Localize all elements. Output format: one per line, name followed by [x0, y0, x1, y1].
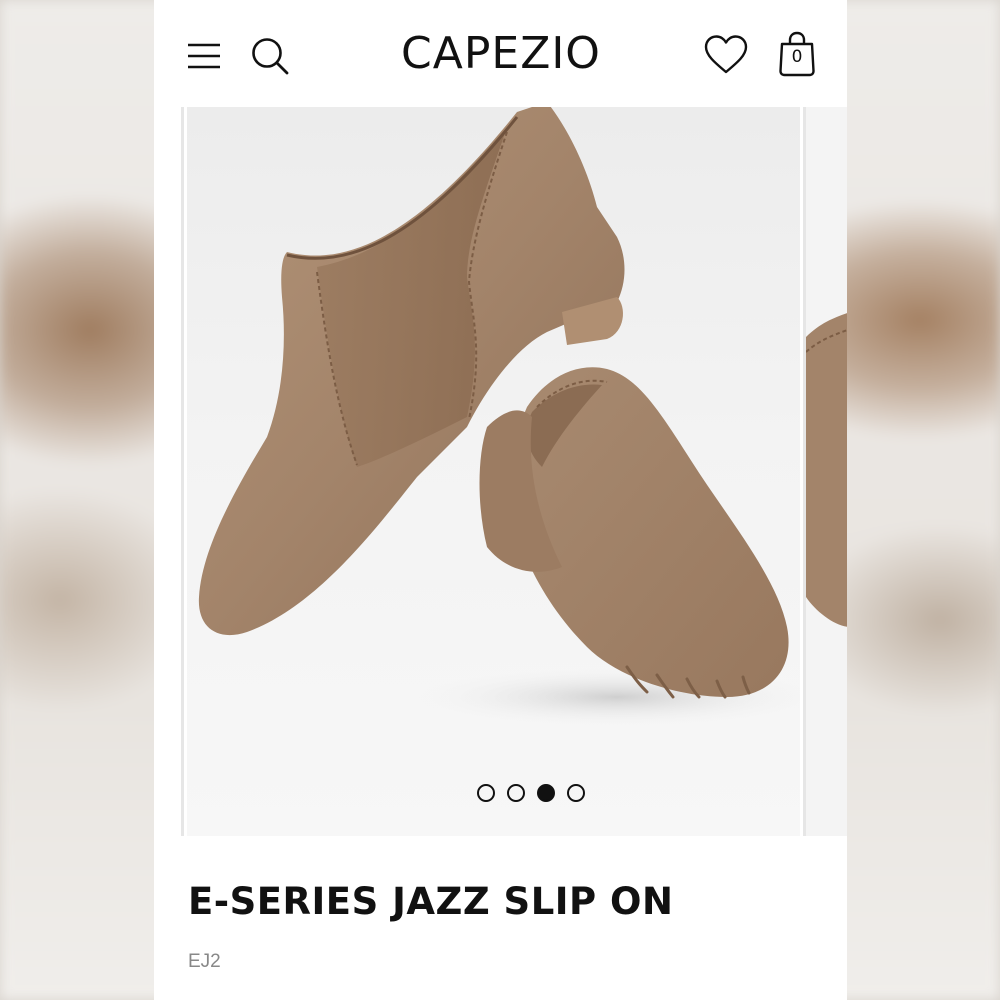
next-slide-edge[interactable]: [803, 107, 847, 836]
carousel-dot-3[interactable]: [537, 784, 555, 802]
search-button[interactable]: [248, 34, 292, 78]
heart-icon: [704, 35, 748, 74]
carousel-pagination: [477, 784, 585, 804]
jazz-shoes-illustration: [198, 107, 800, 727]
cart-count: 0: [791, 47, 803, 67]
site-header: CAPEZIO 0: [154, 0, 847, 107]
product-image[interactable]: [187, 107, 800, 836]
carousel-dot-2[interactable]: [507, 784, 525, 802]
product-title: E-SERIES JAZZ SLIP ON: [188, 880, 674, 923]
wishlist-button[interactable]: [702, 33, 750, 77]
product-image-carousel[interactable]: [154, 107, 847, 836]
carousel-dot-4[interactable]: [567, 784, 585, 802]
hamburger-menu-icon: [188, 43, 220, 69]
brand-logo[interactable]: CAPEZIO: [376, 28, 626, 82]
menu-button[interactable]: [184, 36, 224, 76]
cart-button[interactable]: 0: [776, 30, 818, 78]
carousel-dot-1[interactable]: [477, 784, 495, 802]
next-slide-preview: [806, 313, 847, 627]
previous-slide-edge[interactable]: [154, 107, 184, 836]
mobile-page: CAPEZIO 0 E-SERIES JAZZ SLIP ON EJ2: [154, 0, 847, 1000]
search-icon: [252, 38, 289, 75]
product-sku: EJ2: [188, 951, 221, 972]
